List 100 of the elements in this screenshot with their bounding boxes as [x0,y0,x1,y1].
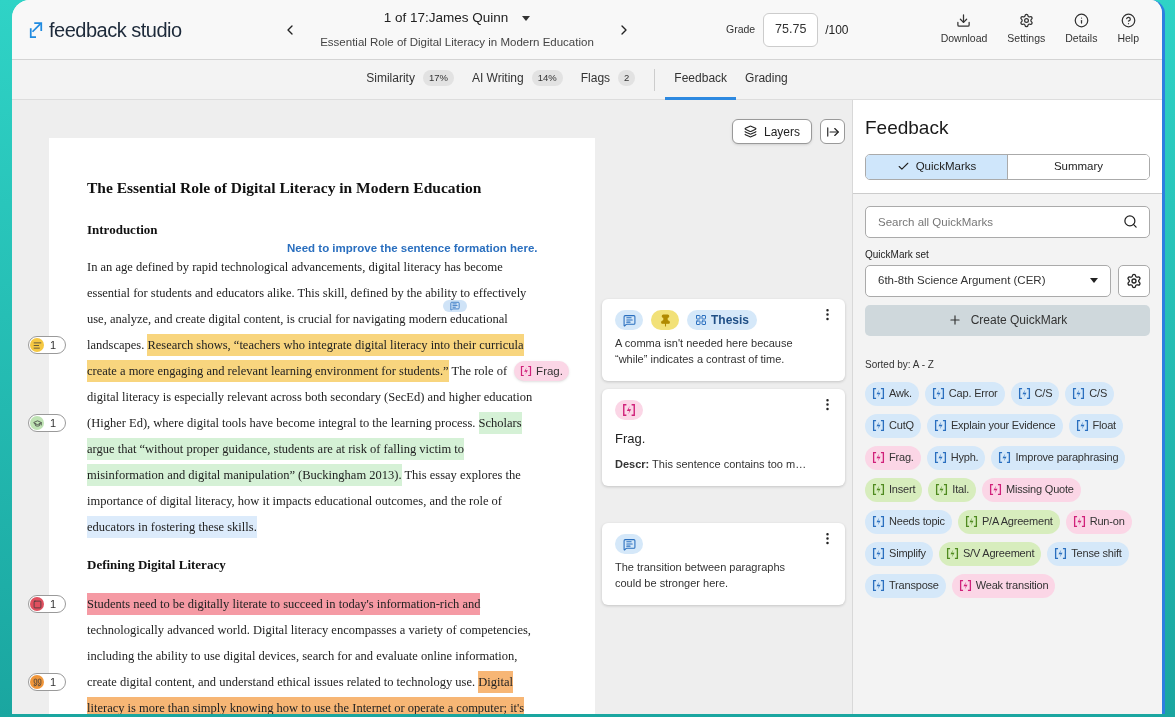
feedback-card[interactable]: Thesis A comma isn't needed here because “while” indicates a contrast of time. [602,299,845,381]
quickmark-chip[interactable]: Weak transition [951,573,1056,598]
caret-icon [522,15,531,21]
essay-line: Students need to be digitally literate to succeed in today's information-rich and [87,596,481,612]
plus-icon [947,313,962,327]
set-label: QuickMark set [865,247,930,262]
settings-icon [1018,12,1034,28]
comment-icon [622,537,636,551]
settings-icon [1126,272,1142,289]
tab[interactable]: AI Writing 14% [462,59,572,100]
annotation-marker[interactable]: 1 [28,414,66,432]
quickmark-chip[interactable]: Transpose [865,573,946,598]
quickmark-chip[interactable]: Awk. [865,381,919,406]
arrow-from-line-icon [825,124,840,139]
grade-label: Grade [726,21,756,37]
quickmark-chip[interactable]: Explain your Evidence [926,413,1063,438]
caret-icon [1090,278,1098,283]
quote-icon [32,677,42,687]
help-icon [1120,12,1136,28]
logo-text: feedback studio [49,17,182,43]
essay-line: importance of digital literacy, how it impacts educational outcomes, and the role of [87,493,503,509]
quickmark-chip[interactable]: Ital. [928,477,977,502]
comment-icon [622,313,636,327]
essay-line: essential for students and educators alike. This skill, defined by the ability to effectively [87,285,527,301]
tab[interactable]: Grading [736,59,797,100]
comment-icon [450,301,460,311]
essay-line: In an age defined by rapid technological advancements, digital literacy has become [87,259,503,275]
section-heading: Defining Digital Literacy [87,556,227,574]
quickmark-chip[interactable]: Improve paraphrasing [991,445,1126,470]
feedback-card[interactable]: The transition between paragraphs could be stronger here. [602,523,845,605]
submission-selector[interactable]: 1 of 17:James Quinn [383,8,531,29]
quickmark-chip[interactable]: Cap. Error [924,381,1005,406]
essay-line: educators in fostering these skills. [87,519,257,535]
grade-max: /100 [825,21,849,39]
quickmark-chip[interactable]: Insert [865,477,923,502]
quickmark-chip[interactable]: S/V Agreement [938,541,1042,566]
segment-tab[interactable]: QuickMarks [866,154,1007,179]
quickmark-chip[interactable]: C/S [1065,381,1115,406]
tab[interactable]: Similarity 17% [357,59,463,100]
toolbar-button[interactable]: Details [1055,12,1108,47]
essay-line: create digital content, and understand ethical issues related to technology use. Digital [87,674,513,690]
sort-label: Sorted by: A - Z [865,357,935,372]
rubric-chip: Thesis [687,310,757,330]
quickmark-chip[interactable]: Hyph. [926,445,986,470]
quickmark-chip[interactable]: Frag. [865,445,921,470]
toolbar-button[interactable]: Settings [997,12,1056,47]
quickmark-chip[interactable]: Tense shift [1047,541,1129,566]
set-settings-button[interactable] [1118,264,1150,297]
quickmark-chip[interactable]: CutQ [865,413,921,438]
quickmark-chip[interactable]: Needs topic [865,509,952,534]
logo-icon [29,20,43,39]
essay-line: literacy is more than simply knowing how to use the Internet or operate a computer; it's [87,700,525,714]
pin-icon [658,313,672,327]
quickmark-chip[interactable]: C/S [1010,381,1060,406]
essay-line: landscapes. Research shows, “teachers who integrate digital literacy into their curricula [87,337,524,353]
card-title: Frag. [615,430,647,448]
collapse-button[interactable] [820,119,845,144]
panel-title: Feedback [865,116,950,140]
create-quickmark-button[interactable]: Create QuickMark [865,304,1150,336]
essay-line: use, analyze, and create digital content, is crucial for navigating modern educational [87,311,508,327]
annotation-marker[interactable]: 1 [28,673,66,691]
set-dropdown[interactable]: 6th-8th Science Argument (CER) [865,264,1111,297]
search-field[interactable]: Search all QuickMarks [865,205,1150,238]
section-heading: Introduction [87,221,159,239]
tab[interactable]: Flags 2 [571,59,645,100]
quickmark-chip[interactable]: P/A Agreement [957,509,1060,534]
card-text: A comma isn't needed here because “while” indicates a contrast of time. [615,336,794,367]
toolbar-button[interactable]: Help [1107,12,1149,47]
graduation-cap-icon [32,418,42,428]
essay-line: (Higher Ed), where digital tools have become integral to the learning process. Scholars [87,415,522,431]
annotation-marker[interactable]: 1 [28,595,66,613]
essay-line: misinformation and digital manipulation” (Buckingham 2013). This essay explores the [87,467,521,483]
inline-comment[interactable]: Need to improve the sentence formation here. [87,240,595,256]
card-text: The transition between paragraphs could be stronger here. [615,560,786,591]
essay-line: argue that “without proper guidance, students are at risk of falling victim to [87,441,465,457]
search-icon [1123,213,1138,229]
quickmark-chip[interactable]: Float [1068,413,1123,438]
paper-title: Essential Role of Digital Literacy in Modern Education [320,34,594,50]
essay-line: digital literacy is especially relevant across both secondary (SecEd) and higher education [87,389,533,405]
grade-field[interactable]: 75.75 [763,12,819,47]
quickmark-chip[interactable]: Run-on [1065,509,1132,534]
info-icon [1073,12,1089,28]
frag-tag[interactable]: Frag. [514,361,569,381]
quickmark-icon [622,403,636,417]
toolbar-button[interactable]: Download [930,12,998,47]
download-icon [956,12,972,28]
lines-icon [32,340,42,350]
essay-line: technologically advanced world. Digital literacy encompasses a variety of competencies, [87,622,531,638]
quickmark-chip[interactable]: Missing Quote [982,477,1081,502]
card-description: Descr: This sentence contains too m… [615,456,808,472]
square-icon [32,599,42,609]
layers-icon [743,125,757,138]
quickmark-chip[interactable]: Simplify [865,541,933,566]
feedback-card[interactable]: Frag. Descr: This sentence contains too m… [602,389,845,486]
layers-button[interactable]: Layers [731,119,812,144]
comment-pin[interactable] [443,300,467,312]
segment-tab[interactable]: Summary [1007,154,1149,179]
annotation-marker[interactable]: 1 [28,336,66,354]
check-icon [896,160,910,173]
essay-line: create a more engaging and relevant learning environment for students.” The role of [87,363,508,379]
